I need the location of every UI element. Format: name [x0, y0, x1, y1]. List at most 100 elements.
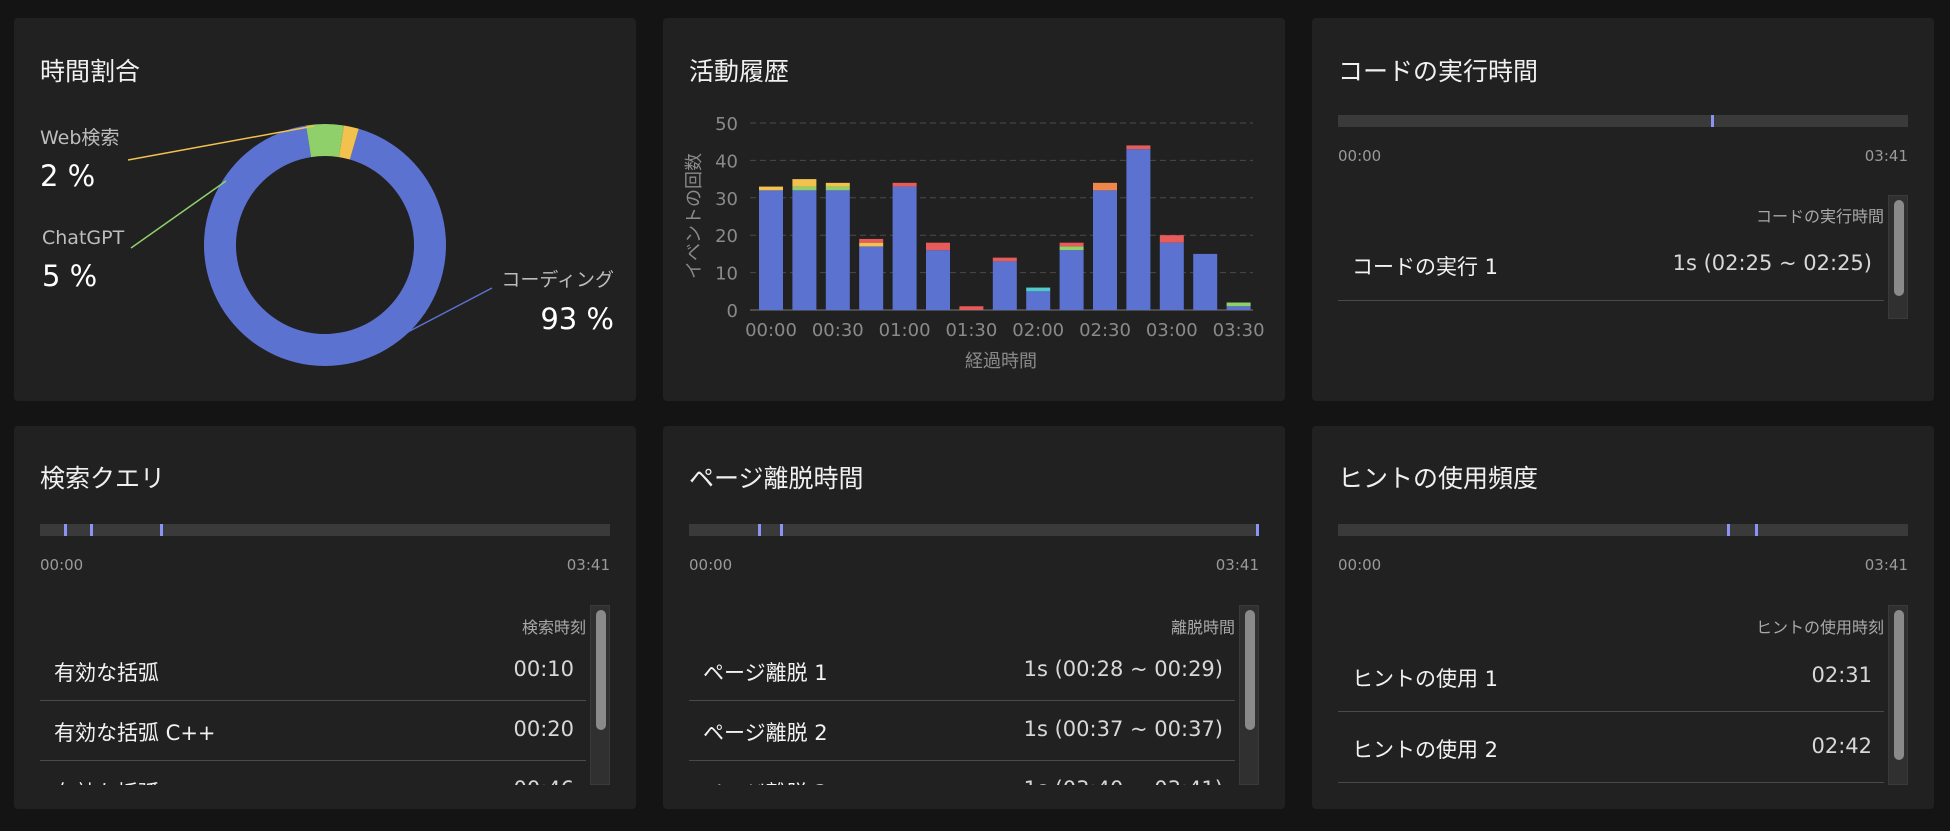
timeline-event-marker[interactable]	[90, 524, 94, 536]
scroll-thumb[interactable]	[1894, 610, 1904, 760]
code-exec-scrollbar[interactable]	[1888, 195, 1908, 319]
y-tick-label: 40	[715, 151, 738, 172]
timeline-event-marker[interactable]	[1754, 524, 1758, 536]
donut-slice-ChatGPT[interactable]	[306, 124, 344, 158]
activity-bar-chart: 0 10 20 30 40 50 00:00 00:30 01:00 01:30 02:00 02:…	[684, 114, 1265, 372]
hints-scrollbar[interactable]	[1888, 605, 1908, 785]
bar-segment[interactable]	[1059, 242, 1084, 247]
time-ratio-card: 時間割合 Web検索 2 % ChatGPT 5 % コーディング 93 %	[14, 18, 636, 401]
page-leave-card: ページ離脱時間 00:00 03:41 離脱時間 ページ離脱 1 1s (00:…	[663, 426, 1285, 809]
bar-segment[interactable]	[959, 306, 984, 310]
list-item-name: 有効な括弧	[54, 661, 159, 685]
bar-segment[interactable]	[759, 186, 783, 191]
x-tick-label: 01:00	[879, 320, 931, 341]
bar-segment[interactable]	[1059, 246, 1084, 251]
bar-segment[interactable]	[825, 190, 850, 310]
bar-segment[interactable]	[1059, 250, 1084, 310]
list-item-value: 02:31	[1811, 663, 1872, 687]
bar-segment[interactable]	[926, 250, 950, 310]
bar-segment[interactable]	[1126, 145, 1151, 150]
bar-segment[interactable]	[825, 186, 850, 191]
code-exec-end-time: 03:41	[1864, 147, 1908, 165]
hints-end-time: 03:41	[1864, 556, 1908, 574]
timeline-event-marker[interactable]	[1710, 115, 1714, 127]
page-leave-scrollbar[interactable]	[1239, 605, 1259, 785]
bar-segment[interactable]	[1093, 182, 1117, 191]
y-tick-label: 20	[715, 226, 738, 247]
list-item[interactable]: コードの実行 1 1s (02:25 ~ 02:25)	[1338, 231, 1884, 301]
scroll-thumb[interactable]	[596, 610, 606, 730]
chatgpt-value: 5 %	[42, 259, 97, 293]
bar-segment[interactable]	[1159, 242, 1184, 310]
bar-segment[interactable]	[1193, 253, 1218, 310]
bar-segment[interactable]	[859, 246, 884, 310]
bar-segment[interactable]	[825, 182, 850, 187]
bar-segment[interactable]	[792, 190, 817, 310]
scroll-thumb[interactable]	[1894, 200, 1904, 296]
timeline-event-marker[interactable]	[64, 524, 68, 536]
search-end-time: 03:41	[566, 556, 610, 574]
bar-segment[interactable]	[1159, 235, 1184, 243]
hints-timeline	[1338, 524, 1908, 536]
timeline-event-marker[interactable]	[1255, 524, 1259, 536]
bar-segment[interactable]	[992, 261, 1017, 310]
activity-xlabel: 経過時間	[965, 351, 1037, 372]
bar-segment[interactable]	[792, 179, 817, 187]
page-leave-end-time: 03:41	[1215, 556, 1259, 574]
timeline-event-marker[interactable]	[757, 524, 761, 536]
bar-segment[interactable]	[759, 190, 783, 310]
list-item-name: ページ離脱 1	[703, 661, 828, 685]
bar-segment[interactable]	[926, 242, 950, 251]
bar-segment[interactable]	[992, 257, 1017, 262]
search-timeline	[40, 524, 610, 536]
list-item[interactable]: 有効な括弧 00:46	[40, 761, 586, 785]
list-item[interactable]: ページ離脱 2 1s (00:37 ~ 00:37)	[689, 701, 1235, 761]
bar-segment[interactable]	[859, 242, 884, 247]
list-item[interactable]: ページ離脱 1 1s (00:28 ~ 00:29)	[689, 641, 1235, 701]
list-item-name: ページ離脱 3	[703, 777, 828, 785]
y-tick-label: 30	[715, 189, 738, 210]
bar-segment[interactable]	[1226, 302, 1251, 307]
list-item-name: 有効な括弧 C++	[54, 721, 216, 745]
y-tick-label: 10	[715, 264, 738, 285]
bar-segment[interactable]	[1026, 287, 1051, 292]
page-leave-list: 離脱時間 ページ離脱 1 1s (00:28 ~ 00:29) ページ離脱 2 …	[689, 605, 1259, 785]
list-item-value: 00:10	[513, 657, 574, 681]
page-leave-timeline	[689, 524, 1259, 536]
code-exec-list-header: コードの実行時間	[1755, 207, 1884, 226]
list-item[interactable]: 有効な括弧 00:10	[40, 641, 586, 701]
hints-title: ヒントの使用頻度	[1338, 464, 1539, 493]
time-ratio-donut-chart: Web検索 2 % ChatGPT 5 % コーディング 93 %	[40, 124, 614, 366]
code-exec-list: コードの実行時間 コードの実行 1 1s (02:25 ~ 02:25)	[1338, 195, 1908, 339]
list-item-name: ページ離脱 2	[703, 721, 828, 745]
hints-list: ヒントの使用時刻 ヒントの使用 1 02:31 ヒントの使用 2 02:42	[1338, 605, 1908, 785]
timeline-event-marker[interactable]	[159, 524, 163, 536]
hints-start-time: 00:00	[1338, 556, 1382, 574]
page-leave-start-time: 00:00	[689, 556, 733, 574]
timeline-event-marker[interactable]	[780, 524, 784, 536]
list-item-value: 1s (00:37 ~ 00:37)	[1023, 717, 1223, 741]
search-list-header: 検索時刻	[521, 618, 586, 637]
list-item[interactable]: ヒントの使用 2 02:42	[1338, 712, 1884, 783]
list-item-value: 00:46	[513, 777, 574, 785]
bar-segment[interactable]	[1093, 190, 1117, 310]
bar-segment[interactable]	[859, 238, 884, 243]
list-item[interactable]: ページ離脱 3 1s (03:40 ~ 03:41)	[689, 761, 1235, 785]
bar-segment[interactable]	[892, 182, 917, 187]
timeline-event-marker[interactable]	[1726, 524, 1730, 536]
list-item[interactable]: ヒントの使用 1 02:31	[1338, 641, 1884, 712]
x-tick-label: 02:00	[1012, 320, 1064, 341]
hints-card: ヒントの使用頻度 00:00 03:41 ヒントの使用時刻 ヒントの使用 1 0…	[1312, 426, 1934, 809]
search-scrollbar[interactable]	[590, 605, 610, 785]
list-item-name: コードの実行 1	[1352, 255, 1499, 279]
web-value: 2 %	[40, 159, 95, 193]
scroll-thumb[interactable]	[1245, 610, 1255, 730]
list-item[interactable]: 有効な括弧 C++ 00:20	[40, 701, 586, 761]
bar-segment[interactable]	[792, 186, 817, 191]
bar-segment[interactable]	[1226, 306, 1251, 310]
search-start-time: 00:00	[40, 556, 84, 574]
bar-segment[interactable]	[1026, 291, 1051, 310]
bar-segment[interactable]	[892, 186, 917, 310]
donut-slice-コーディング[interactable]	[204, 125, 446, 366]
bar-segment[interactable]	[1126, 149, 1151, 310]
